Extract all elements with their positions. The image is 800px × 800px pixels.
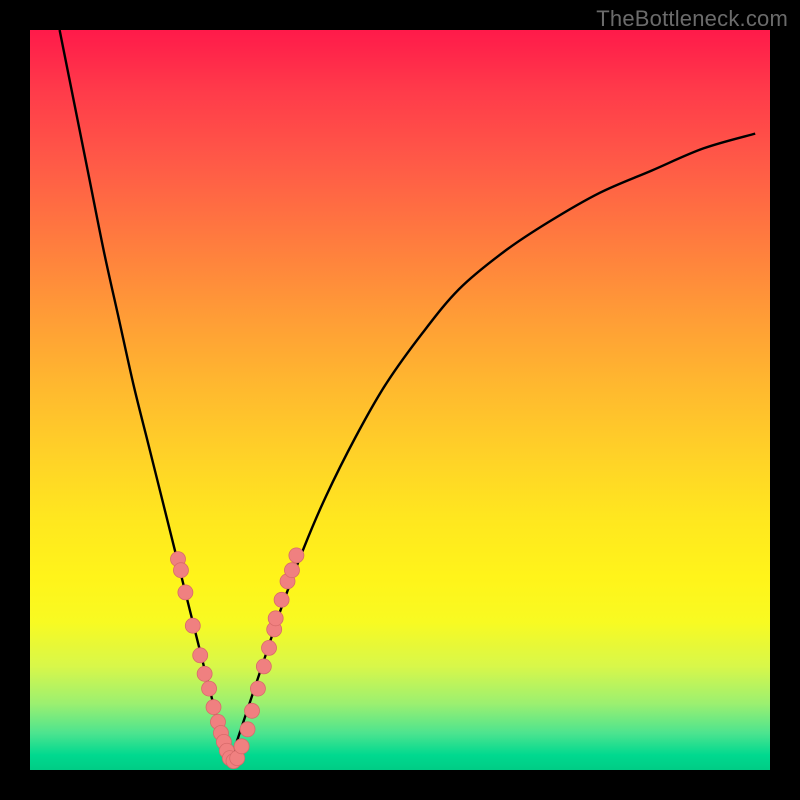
data-point (268, 611, 283, 626)
chart-svg (30, 30, 770, 770)
outer-frame: TheBottleneck.com (0, 0, 800, 800)
data-point (178, 585, 193, 600)
data-point (197, 666, 212, 681)
data-point (256, 659, 271, 674)
data-point (193, 648, 208, 663)
data-point (245, 703, 260, 718)
data-point (262, 640, 277, 655)
data-point (234, 739, 249, 754)
data-point (185, 618, 200, 633)
data-point (289, 548, 304, 563)
plot-area (30, 30, 770, 770)
data-point (206, 700, 221, 715)
data-point (240, 722, 255, 737)
watermark-text: TheBottleneck.com (596, 6, 788, 32)
data-point (274, 592, 289, 607)
marker-layer (171, 548, 304, 769)
right-branch-curve (230, 134, 755, 763)
data-point (173, 563, 188, 578)
curve-layer (60, 30, 756, 763)
data-point (202, 681, 217, 696)
data-point (250, 681, 265, 696)
data-point (284, 563, 299, 578)
